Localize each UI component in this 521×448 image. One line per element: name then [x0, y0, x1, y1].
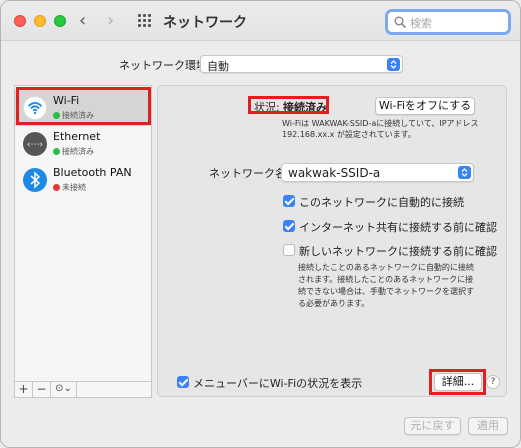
- service-name: Ethernet: [53, 130, 101, 143]
- service-status: 接続済み: [62, 147, 94, 156]
- search-input[interactable]: [410, 14, 504, 32]
- service-name: Bluetooth PAN: [53, 166, 132, 179]
- network-name-value: wakwak-SSID-a: [288, 166, 381, 180]
- checkbox-label: このネットワークに自動的に接続: [299, 196, 464, 209]
- status-dot: [53, 184, 60, 191]
- action-menu-button[interactable]: ⊙⌄: [51, 382, 77, 397]
- add-service-button[interactable]: +: [15, 382, 33, 397]
- service-item-ethernet[interactable]: ‹⋯› Ethernet 接続済み: [15, 126, 151, 162]
- revert-button[interactable]: 元に戻す: [404, 417, 461, 435]
- location-label: ネットワーク環境:: [119, 59, 211, 72]
- highlight-box-wifi: [16, 87, 151, 125]
- bluetooth-icon: [23, 168, 47, 192]
- ethernet-icon: ‹⋯›: [23, 132, 47, 156]
- window-title: ネットワーク: [163, 15, 247, 31]
- chevron-right-icon[interactable]: ›: [107, 11, 114, 31]
- minimize-window-button[interactable]: [34, 15, 46, 27]
- close-window-button[interactable]: [14, 15, 26, 27]
- checkbox-unchecked[interactable]: [283, 244, 295, 256]
- checkbox-label: 新しいネットワークに接続する前に確認: [299, 245, 497, 258]
- zoom-window-button[interactable]: [54, 15, 66, 27]
- network-name-label: ネットワーク名:: [209, 167, 290, 180]
- help-icon[interactable]: ?: [486, 375, 500, 389]
- location-select[interactable]: 自動: [200, 55, 403, 73]
- location-value: 自動: [207, 60, 229, 73]
- svg-text:‹⋯›: ‹⋯›: [27, 140, 43, 150]
- checkbox-label: インターネット共有に接続する前に確認: [299, 221, 497, 234]
- status-description: Wi-Fiは WAKWAK-SSID-aに接続していて、IPアドレス192.16…: [282, 119, 479, 139]
- remove-service-button[interactable]: −: [33, 382, 51, 397]
- title-bar: ‹ › ネットワーク: [1, 1, 520, 41]
- apply-button[interactable]: 適用: [468, 417, 508, 435]
- network-name-select[interactable]: wakwak-SSID-a: [281, 163, 474, 182]
- show-all-grid-icon[interactable]: [138, 14, 152, 28]
- highlight-box-status: [248, 96, 329, 114]
- network-preferences-window: ‹ › ネットワーク ネットワーク環境: 自動: [0, 0, 521, 448]
- checkbox-checked[interactable]: [177, 376, 189, 388]
- status-dot: [53, 148, 60, 155]
- service-list-toolbar: + − ⊙⌄: [14, 381, 152, 398]
- checkbox-checked[interactable]: [283, 220, 295, 232]
- select-arrows-icon: [458, 166, 471, 179]
- chevron-left-icon[interactable]: ‹: [79, 11, 86, 31]
- ask-description: 接続したことのあるネットワークに自動的に接続されます。接続したことのあるネットワ…: [298, 263, 474, 308]
- checkbox-checked[interactable]: [283, 195, 295, 207]
- search-icon: [394, 16, 406, 28]
- service-status: 未接続: [62, 183, 86, 192]
- service-item-bluetooth-pan[interactable]: Bluetooth PAN 未接続: [15, 162, 151, 198]
- highlight-box-details: [429, 369, 486, 395]
- search-field[interactable]: [385, 9, 511, 35]
- turn-wifi-off-button[interactable]: Wi-Fiをオフにする: [375, 97, 475, 115]
- service-list: Wi-Fi 接続済み ‹⋯› Ethernet 接続済み Bluetooth P…: [14, 85, 152, 397]
- checkbox-label: メニューバーにWi-Fiの状況を表示: [193, 377, 363, 390]
- select-arrows-icon: [387, 58, 400, 71]
